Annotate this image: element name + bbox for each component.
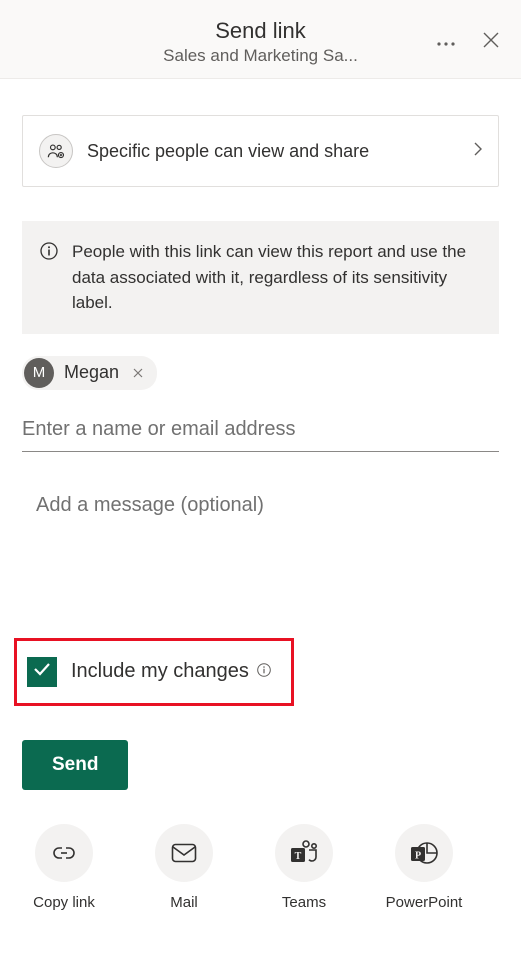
info-icon (40, 239, 58, 316)
mail-icon (155, 824, 213, 882)
more-options-button[interactable] (433, 30, 459, 53)
remove-recipient-button[interactable] (129, 365, 147, 381)
permission-selector[interactable]: Specific people can view and share (22, 115, 499, 187)
share-label: Teams (282, 894, 326, 911)
dialog-header: Send link Sales and Marketing Sa... (0, 0, 521, 79)
recipient-chips: M Megan (22, 356, 499, 390)
svg-text:T: T (295, 851, 302, 862)
share-copy-link[interactable]: Copy link (22, 824, 106, 911)
svg-text:P: P (415, 850, 421, 861)
share-mail[interactable]: Mail (142, 824, 226, 911)
teams-icon: T (275, 824, 333, 882)
info-icon[interactable] (257, 660, 271, 683)
info-banner: People with this link can view this repo… (22, 221, 499, 334)
info-text: People with this link can view this repo… (72, 239, 481, 316)
recipient-input[interactable] (22, 406, 499, 452)
share-teams[interactable]: T Teams (262, 824, 346, 911)
close-button[interactable] (479, 28, 503, 55)
ellipsis-icon (437, 34, 455, 49)
link-icon (35, 824, 93, 882)
header-titles: Send link Sales and Marketing Sa... (20, 18, 501, 66)
dialog-subtitle: Sales and Marketing Sa... (20, 46, 501, 66)
include-changes-row: Include my changes (14, 638, 294, 706)
share-powerpoint[interactable]: P PowerPoint (382, 824, 466, 911)
recipient-chip[interactable]: M Megan (22, 356, 157, 390)
share-label: Mail (170, 894, 198, 911)
checkmark-icon (33, 662, 51, 681)
send-button[interactable]: Send (22, 740, 128, 790)
avatar: M (24, 358, 54, 388)
share-label: PowerPoint (386, 894, 463, 911)
chevron-right-icon (474, 142, 482, 161)
x-icon (133, 365, 143, 381)
close-icon (483, 32, 499, 51)
recipient-name: Megan (64, 362, 119, 383)
include-changes-label: Include my changes (71, 660, 271, 683)
share-options: Copy link Mail T Teams (22, 824, 499, 911)
message-input[interactable] (36, 486, 513, 525)
permission-label: Specific people can view and share (87, 141, 460, 162)
dialog-title: Send link (20, 18, 501, 44)
include-changes-checkbox[interactable] (27, 657, 57, 687)
people-icon (39, 134, 73, 168)
powerpoint-icon: P (395, 824, 453, 882)
share-label: Copy link (33, 894, 95, 911)
